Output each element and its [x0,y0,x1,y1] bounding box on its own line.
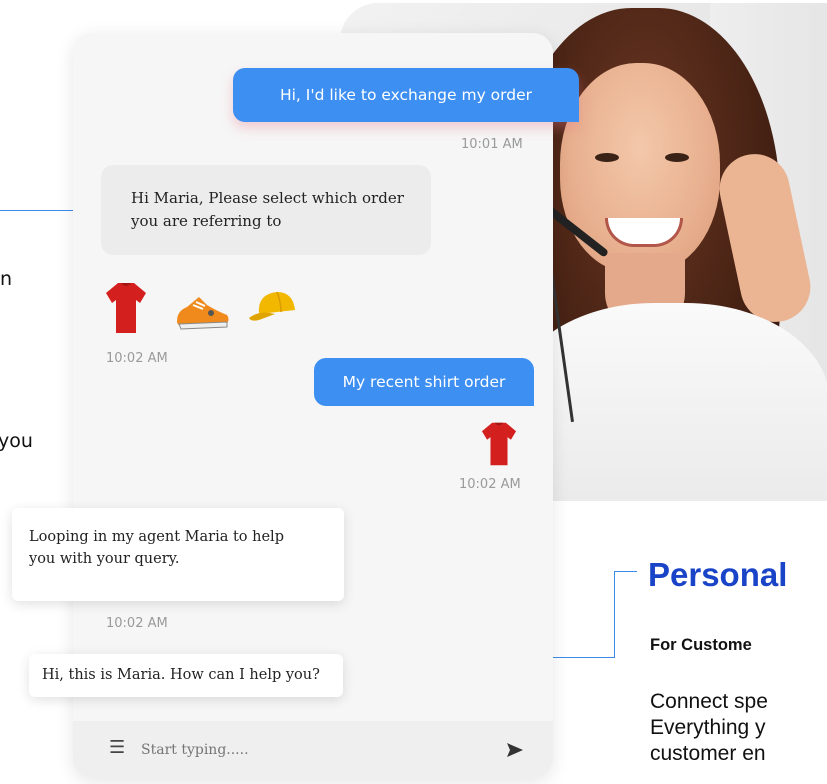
message-text: Hi, this is Maria. How can I help you? [42,667,320,683]
paragraph-line-1: Connect spe [650,690,768,713]
message-line: Hi Maria, Please select which order [131,189,404,207]
timestamp: 10:02 AM [106,616,168,631]
message-bot-looping-agent: Looping in my agent Maria to help you wi… [12,508,344,601]
paragraph-line-2: Everything y [650,716,766,739]
message-user-shirt-order: My recent shirt order [314,358,534,406]
menu-icon[interactable]: ☰ [109,737,125,758]
message-user-exchange: Hi, I'd like to exchange my order [233,68,579,122]
connector-line-left [0,210,80,211]
tshirt-icon[interactable] [105,281,147,335]
message-bot-select-order: Hi Maria, Please select which order you … [101,165,431,255]
message-text: Hi, I'd like to exchange my order [279,86,533,104]
message-line: you are referring to [131,212,282,230]
cap-icon[interactable] [247,288,299,328]
message-text: My recent shirt order [342,373,506,391]
tshirt-icon[interactable] [478,421,520,467]
connector-line-right-v [614,571,615,658]
timestamp: 10:02 AM [106,351,168,366]
section-heading: Personal [648,556,788,593]
timestamp: 10:02 AM [459,477,521,492]
connector-line-right-h [615,571,637,572]
message-line: you with your query. [29,551,180,567]
sneaker-icon[interactable] [173,291,231,331]
left-snippet-2: you [0,430,33,452]
chat-input-bar: ☰ [73,721,553,778]
timestamp: 10:01 AM [461,137,523,152]
section-subheading: For Custome [650,636,752,654]
paragraph-line-3: customer en [650,742,766,765]
message-line: Looping in my agent Maria to help [29,529,284,545]
left-snippet-1: n [0,268,13,290]
message-input[interactable] [139,735,443,765]
message-agent-greeting: Hi, this is Maria. How can I help you? [29,654,343,697]
send-icon[interactable] [506,742,524,758]
